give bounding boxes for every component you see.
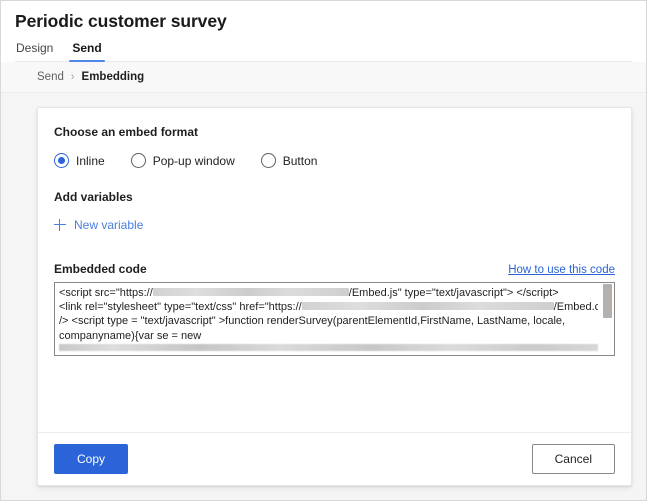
plus-icon [54,219,66,231]
new-variable-button[interactable]: New variable [54,218,143,232]
copy-button[interactable]: Copy [54,444,129,474]
cancel-button[interactable]: Cancel [531,444,615,474]
chevron-right-icon: › [70,70,75,83]
how-to-use-this-code-link[interactable]: How to use this code [508,264,615,276]
radio-label-popup-window: Pop-up window [152,153,235,168]
embedded-code-label: Embedded code [54,262,147,276]
breadcrumb-item-embedding: Embedding [81,71,145,83]
embedded-code-content: <script src="https:// /Embed.js" type="te… [59,286,598,351]
embed-format-radio-group: Inline Pop-up window Button [54,153,615,168]
radio-option-popup-window[interactable]: Pop-up window [130,153,235,168]
radio-option-button[interactable]: Button [260,153,318,168]
embedded-code-textarea[interactable]: <script src="https:// /Embed.js" type="te… [54,282,615,356]
code-line-1: <script src="https:// /Embed.js" type="te… [59,286,598,300]
radio-icon-popup-window [130,153,146,168]
redacted-url-1 [152,288,349,297]
code-line-4-clipped [59,343,598,351]
add-variables-label: Add variables [54,190,133,204]
app-header: Periodic customer survey Design Send [1,1,646,62]
code-line-2-pre: <link rel="stylesheet" type="text/css" h… [59,301,302,314]
redacted-url-2 [301,302,554,311]
radio-option-inline[interactable]: Inline [54,153,105,168]
radio-icon-button [260,153,276,168]
breadcrumb-item-send[interactable]: Send [37,71,64,83]
code-scrollbar-thumb[interactable] [603,284,612,318]
tab-send[interactable]: Send [69,41,106,62]
embed-format-label: Choose an embed format [54,125,199,139]
radio-dot [135,157,142,164]
page-title: Periodic customer survey [15,11,227,31]
card-body: Choose an embed format Inline Pop-up win… [38,108,631,432]
code-scrollbar[interactable] [602,284,613,354]
tab-design[interactable]: Design [15,41,54,61]
content-area: Choose an embed format Inline Pop-up win… [1,93,646,500]
code-line-1-post: /Embed.js" type="text/javascript"> </scr… [348,287,559,299]
radio-icon-inline [54,153,69,168]
new-variable-label: New variable [74,218,144,232]
radio-dot [58,157,65,164]
code-line-2-post: /Embed.css" [553,301,598,314]
card-footer: Copy Cancel [38,432,631,485]
tab-bar: Design Send [15,41,632,62]
radio-dot [265,157,272,164]
radio-label-button: Button [282,153,318,168]
code-line-3: /> <script type = "text/javascript" >fun… [59,315,566,342]
embedded-code-header: Embedded code How to use this code [54,262,615,276]
embedding-dialog-window: Periodic customer survey Design Send Sen… [0,0,647,501]
breadcrumb-bar: Send › Embedding [1,62,646,93]
code-line-2: <link rel="stylesheet" type="text/css" h… [59,300,598,314]
radio-label-inline: Inline [76,153,105,168]
embedding-card: Choose an embed format Inline Pop-up win… [37,107,632,486]
code-line-1-pre: <script src="https:// [59,287,153,299]
breadcrumb: Send › Embedding [37,71,632,83]
